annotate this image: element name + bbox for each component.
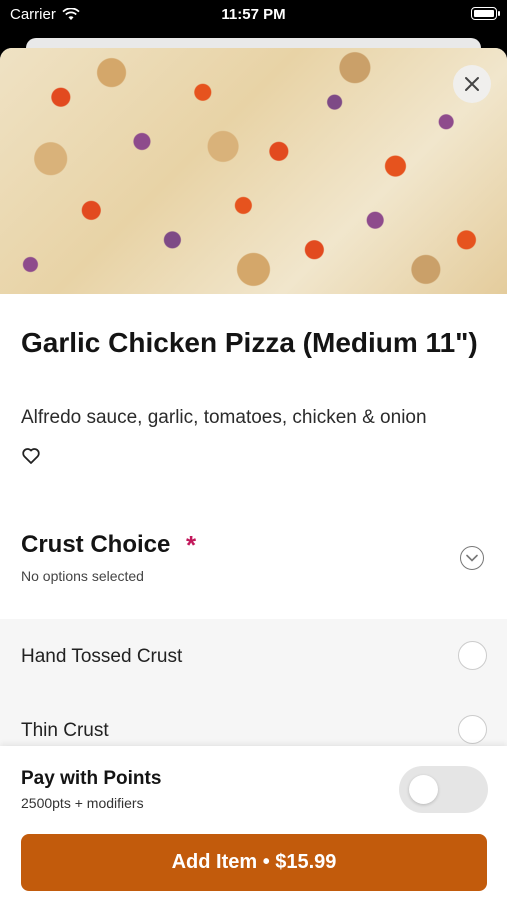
pay-with-points-title: Pay with Points — [21, 768, 162, 789]
section-title: Crust Choice — [21, 531, 171, 558]
crust-choice-header[interactable]: Crust Choice * No options selected — [0, 526, 507, 618]
chevron-down-icon — [466, 554, 478, 562]
option-label: Thin Crust — [21, 720, 109, 741]
item-photo — [0, 48, 507, 294]
battery-icon — [471, 7, 500, 20]
heart-icon[interactable] — [21, 446, 41, 466]
item-detail-sheet: Garlic Chicken Pizza (Medium 11") Alfred… — [0, 48, 507, 900]
collapse-toggle[interactable] — [460, 546, 484, 570]
toggle-knob — [409, 775, 438, 804]
item-description: Alfredo sauce, garlic, tomatoes, chicken… — [21, 407, 427, 428]
close-button[interactable] — [453, 65, 491, 103]
required-indicator: * — [186, 530, 197, 560]
checkout-bar: Pay with Points 2500pts + modifiers Add … — [0, 746, 507, 900]
status-bar: Carrier 11:57 PM — [0, 0, 507, 30]
status-time: 11:57 PM — [221, 6, 286, 23]
add-item-button[interactable]: Add Item • $15.99 — [21, 834, 487, 891]
points-cost: 2500pts + modifiers — [21, 795, 144, 811]
close-icon — [465, 77, 479, 91]
pay-with-points-toggle[interactable] — [399, 766, 488, 813]
section-subtitle: No options selected — [21, 568, 144, 584]
radio-button[interactable] — [458, 641, 487, 670]
radio-button[interactable] — [458, 715, 487, 744]
option-label: Hand Tossed Crust — [21, 646, 183, 667]
item-title: Garlic Chicken Pizza (Medium 11") — [21, 327, 478, 358]
option-hand-tossed-crust[interactable]: Hand Tossed Crust — [0, 619, 507, 693]
